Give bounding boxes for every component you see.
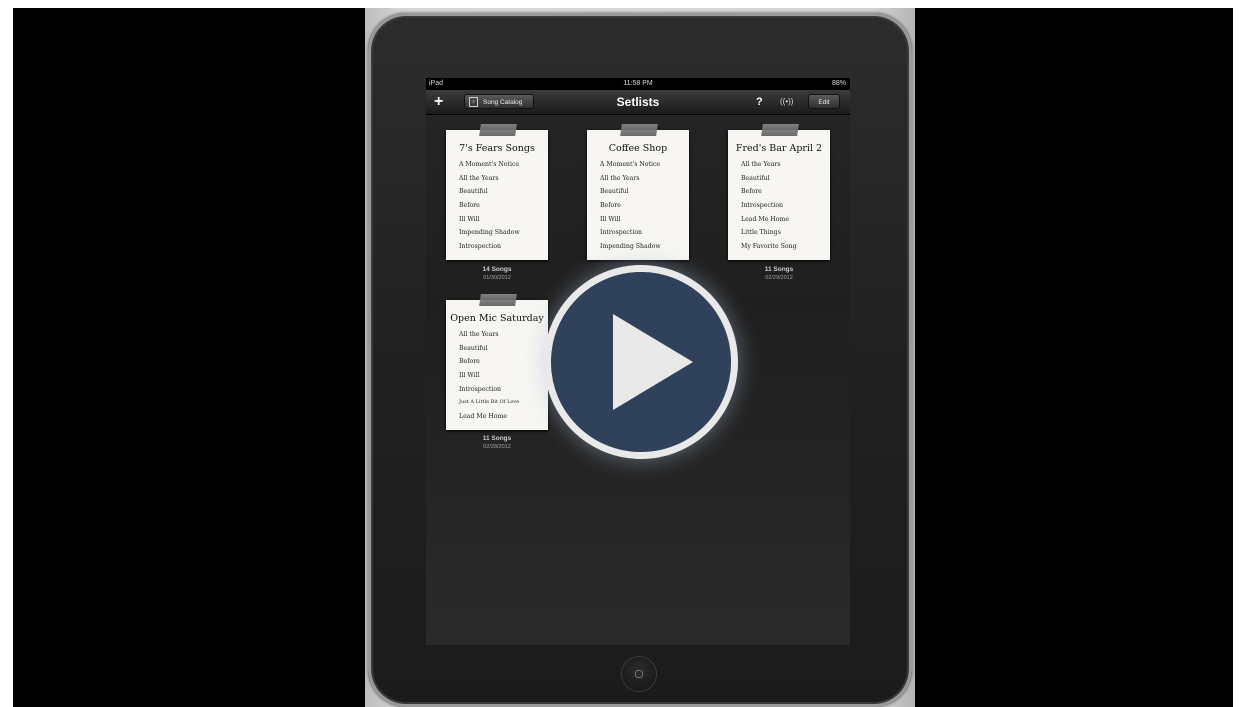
- song-item: Impending Shadow: [600, 243, 661, 251]
- broadcast-icon[interactable]: ((•)): [780, 90, 793, 114]
- song-item: My Favorite Song: [741, 243, 797, 251]
- song-item: Little Things: [741, 229, 781, 237]
- setlist-date: 02/28/2012: [483, 444, 511, 450]
- song-item: A Moment's Notice: [459, 161, 520, 168]
- song-item: Before: [741, 188, 762, 196]
- song-count: 11 Songs: [482, 435, 512, 442]
- song-item: Beautiful: [459, 344, 488, 352]
- tape-decoration: [479, 294, 517, 306]
- song-item: A Moment's Notice: [600, 161, 661, 168]
- song-item: All the Years: [459, 331, 499, 338]
- song-count: 14 Songs: [482, 266, 512, 273]
- navigation-bar: + ♪ Song Catalog Setlists ? ((•)) Edit: [426, 90, 850, 115]
- help-button[interactable]: ?: [756, 90, 763, 114]
- song-item: Introspection: [600, 229, 643, 237]
- status-bar: iPad 11:58 PM 88%: [426, 78, 850, 90]
- song-item: Introspection: [459, 385, 502, 393]
- setlist-meta: 14 Songs 01/30/2012: [446, 266, 548, 282]
- tape-decoration: [479, 124, 517, 136]
- setlist-card[interactable]: 7's Fears Songs A Moment's Notice All th…: [446, 124, 548, 260]
- setlist-meta: 11 Songs 02/29/2012: [728, 266, 830, 282]
- status-time: 11:58 PM: [623, 80, 653, 87]
- song-count: 11 Songs: [764, 266, 794, 273]
- song-item: Beautiful: [459, 188, 488, 196]
- song-item: Beautiful: [600, 188, 629, 196]
- song-item: Ill Will: [459, 215, 480, 223]
- setlist-card[interactable]: Fred's Bar April 2 All the Years Beautif…: [728, 124, 830, 260]
- song-item: Introspection: [741, 202, 784, 210]
- song-list: All the Years Beautiful Before Introspec…: [741, 158, 797, 254]
- song-item: Ill Will: [459, 372, 480, 380]
- song-list: A Moment's Notice All the Years Beautifu…: [600, 158, 661, 254]
- home-button-icon[interactable]: [622, 657, 656, 691]
- home-square-glyph: [635, 670, 643, 678]
- setlist-title: Fred's Bar April 2: [735, 143, 823, 154]
- song-item: All the Years: [600, 174, 640, 182]
- song-item: Lead Me Home: [459, 413, 508, 421]
- edit-button[interactable]: Edit: [808, 94, 840, 109]
- song-item: Just A Little Bit Of Love: [459, 399, 520, 406]
- setlist-date: 02/29/2012: [765, 275, 793, 281]
- song-item: Before: [459, 202, 480, 210]
- setlist-card[interactable]: Coffee Shop A Moment's Notice All the Ye…: [587, 124, 689, 260]
- song-item: Introspection: [459, 243, 502, 251]
- song-item: Beautiful: [741, 174, 770, 182]
- song-item: All the Years: [741, 161, 781, 168]
- play-button[interactable]: [551, 272, 731, 452]
- setlist-meta: 11 Songs 02/28/2012: [446, 435, 548, 451]
- tape-decoration: [620, 124, 658, 136]
- tape-decoration: [761, 124, 799, 136]
- song-item: Before: [600, 202, 621, 210]
- play-icon: [613, 314, 693, 410]
- song-item: Ill Will: [600, 215, 621, 223]
- setlist-title: Open Mic Saturday: [450, 313, 544, 324]
- song-list: A Moment's Notice All the Years Beautifu…: [459, 158, 520, 254]
- setlist-date: 01/30/2012: [483, 275, 511, 281]
- song-list: All the Years Beautiful Before Ill Will …: [459, 328, 519, 424]
- song-item: Before: [459, 358, 480, 366]
- song-item: All the Years: [459, 174, 499, 182]
- setlist-card[interactable]: Open Mic Saturday All the Years Beautifu…: [446, 294, 548, 430]
- battery-level: 88%: [831, 80, 846, 87]
- song-item: Impending Shadow: [459, 229, 520, 237]
- song-item: Lead Me Home: [741, 215, 790, 223]
- setlist-title: Coffee Shop: [608, 143, 668, 154]
- setlist-title: 7's Fears Songs: [459, 143, 535, 154]
